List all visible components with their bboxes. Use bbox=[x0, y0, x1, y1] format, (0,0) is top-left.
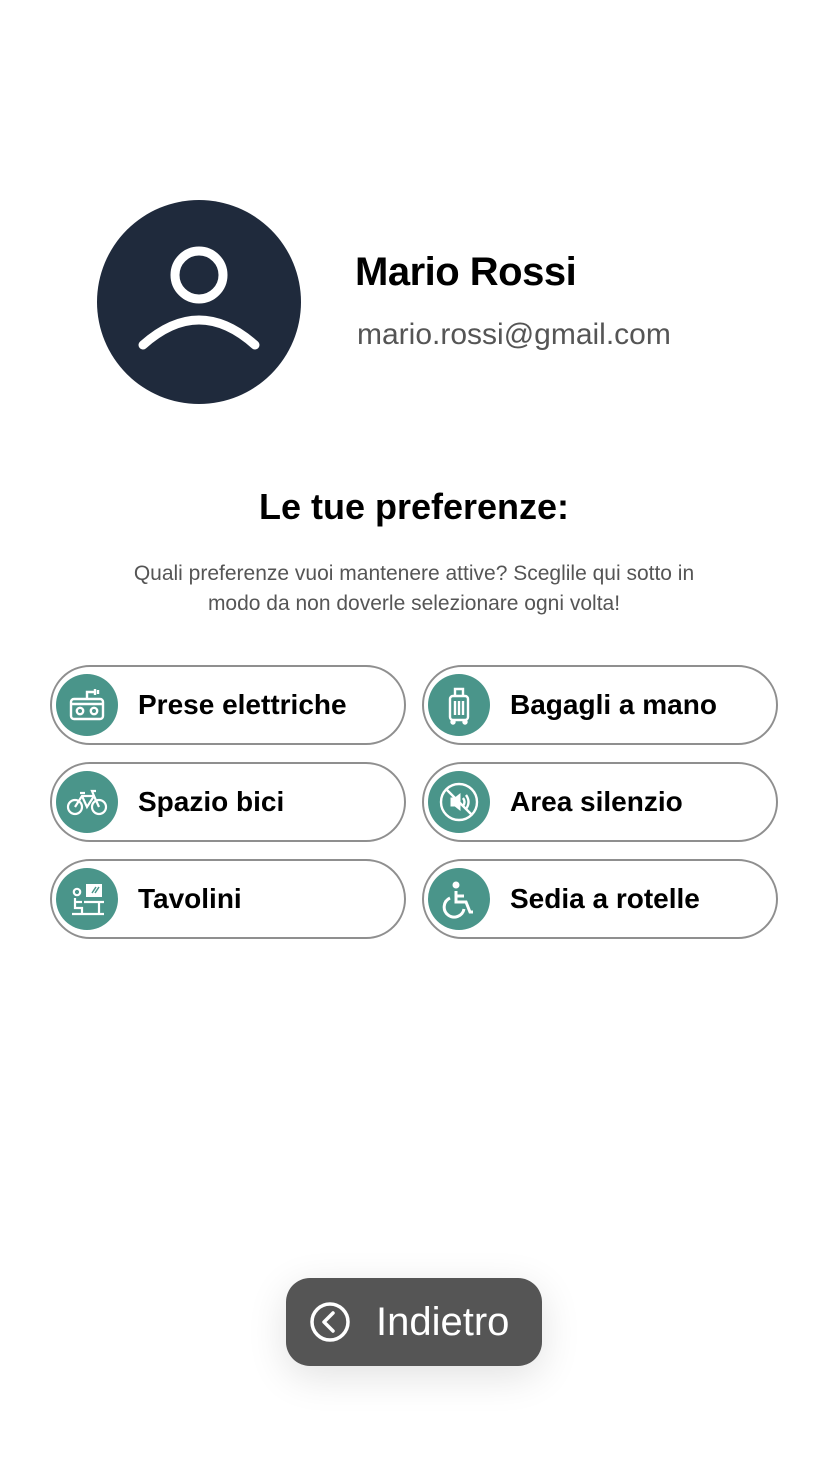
chevron-left-circle-icon bbox=[310, 1302, 350, 1342]
preferences-description: Quali preferenze vuoi mantenere attive? … bbox=[133, 562, 695, 615]
pref-tables-button[interactable]: Tavolini bbox=[50, 859, 406, 939]
wheelchair-icon bbox=[428, 868, 490, 930]
pref-power-outlet-button[interactable]: Prese elettriche bbox=[50, 665, 406, 745]
user-icon bbox=[138, 246, 260, 350]
back-button[interactable]: Indietro bbox=[286, 1278, 542, 1366]
pref-label: Sedia a rotelle bbox=[510, 883, 700, 914]
back-label: Indietro bbox=[376, 1299, 510, 1344]
pref-luggage-button[interactable]: Bagagli a mano bbox=[422, 665, 778, 745]
preferences-title: Le tue preferenze: bbox=[258, 486, 570, 527]
bicycle-icon bbox=[56, 771, 118, 833]
user-email: mario.rossi@gmail.com bbox=[357, 318, 671, 351]
power-outlet-icon bbox=[56, 674, 118, 736]
pref-label: Spazio bici bbox=[138, 786, 285, 817]
silence-area-icon bbox=[428, 771, 490, 833]
avatar bbox=[97, 200, 301, 404]
pref-bike-space-button[interactable]: Spazio bici bbox=[50, 762, 406, 842]
pref-label: Tavolini bbox=[138, 883, 242, 914]
preferences-grid: Prese elettriche Bagagli a mano Spazio b… bbox=[50, 665, 778, 939]
pref-silence-area-button[interactable]: Area silenzio bbox=[422, 762, 778, 842]
pref-label: Prese elettriche bbox=[138, 689, 347, 720]
pref-wheelchair-button[interactable]: Sedia a rotelle bbox=[422, 859, 778, 939]
luggage-icon bbox=[428, 674, 490, 736]
user-name: Mario Rossi bbox=[355, 250, 577, 294]
pref-label: Area silenzio bbox=[510, 786, 683, 817]
table-desk-icon bbox=[56, 868, 118, 930]
pref-label: Bagagli a mano bbox=[510, 689, 717, 720]
